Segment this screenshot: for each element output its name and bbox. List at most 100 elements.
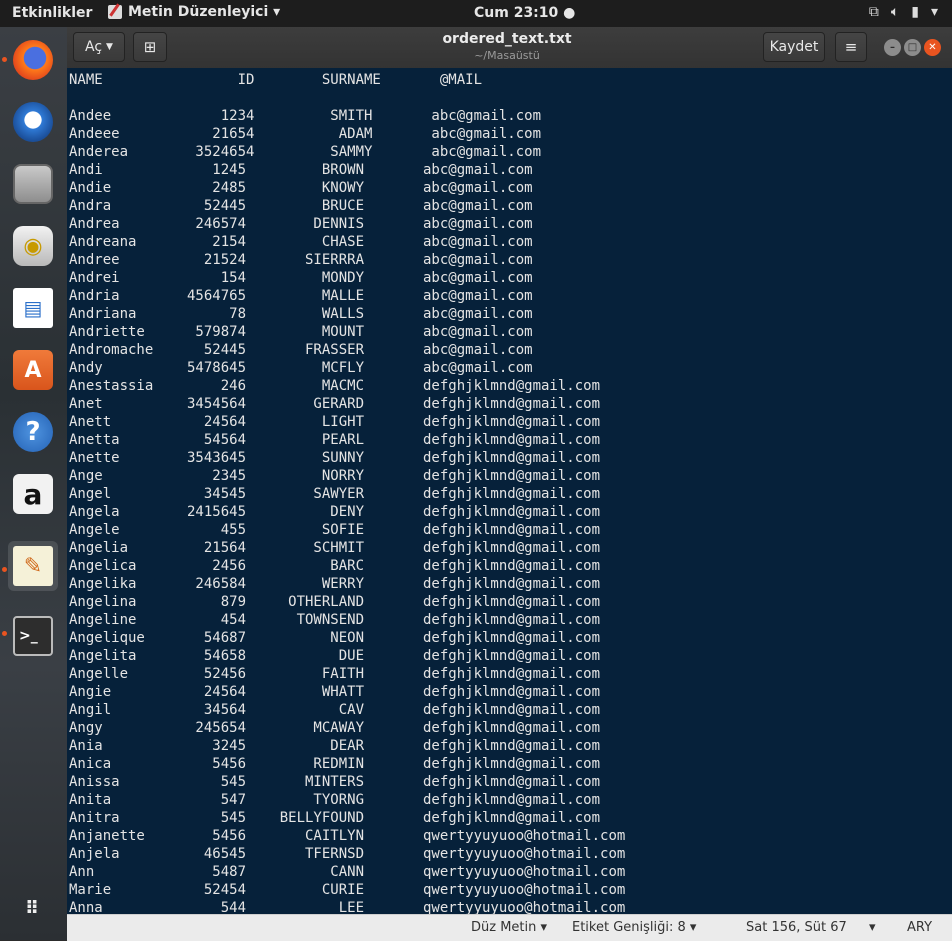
text-line: Angeline 454 TOWNSEND defghjklmnd@gmail.… (69, 612, 601, 628)
text-line: Ann 5487 CANN qwertyyuyuoo@hotmail.com (69, 864, 626, 880)
text-line: Andriette 579874 MOUNT abc@gmail.com (69, 324, 533, 340)
battery-icon: ▮ (911, 4, 919, 20)
maximize-icon: □ (907, 42, 918, 53)
text-line: Angelita 54658 DUE defghjklmnd@gmail.com (69, 648, 601, 664)
text-line: Anitra 545 BELLYFOUND defghjklmnd@gmail.… (69, 810, 601, 826)
minimize-button[interactable]: – (884, 39, 901, 56)
thunderbird-launcher[interactable] (8, 97, 58, 147)
text-line: Angela 2415645 DENY defghjklmnd@gmail.co… (69, 504, 601, 520)
firefox-launcher[interactable] (8, 35, 58, 85)
cursor-position[interactable]: Sat 156, Süt 67 (746, 920, 847, 935)
text-line: Anissa 545 MINTERS defghjklmnd@gmail.com (69, 774, 601, 790)
text-line: Andree 21524 SIERRRA abc@gmail.com (69, 252, 533, 268)
rhythmbox-launcher[interactable]: ◉ (8, 221, 58, 271)
app-grid-icon: ⠿ (24, 897, 42, 919)
volume-icon: 🔈︎ (890, 4, 900, 20)
text-line (69, 89, 952, 107)
text-line: Andromache 52445 FRASSER abc@gmail.com (69, 342, 533, 358)
text-line: Anett 24564 LIGHT defghjklmnd@gmail.com (69, 414, 601, 430)
text-line: Anderea 3524654 SAMMY abc@gmail.com (69, 144, 542, 160)
syntax-selector[interactable]: Düz Metin ▾ (471, 920, 547, 935)
text-line: Anette 3543645 SUNNY defghjklmnd@gmail.c… (69, 450, 601, 466)
save-button[interactable]: Kaydet (763, 32, 825, 62)
text-line: Anjela 46545 TFERNSD qwertyyuyuoo@hotmai… (69, 846, 626, 862)
window-subtitle: ~/Masaüstü (474, 49, 540, 62)
text-line: Andriana 78 WALLS abc@gmail.com (69, 306, 533, 322)
top-panel: Etkinlikler Metin Düzenleyici ▾ Cum 23:1… (0, 0, 952, 27)
text-line: Andrea 246574 DENNIS abc@gmail.com (69, 216, 533, 232)
power-menu-icon: ▾ (930, 4, 938, 20)
network-icon: ⧉ (868, 4, 879, 20)
document-text: NAME ID SURNAME @MAIL Andee 1234 SMITH a… (67, 68, 952, 914)
text-line: Angelika 246584 WERRY defghjklmnd@gmail.… (69, 576, 601, 592)
text-line: Anestassia 246 MACMC defghjklmnd@gmail.c… (69, 378, 601, 394)
open-button-label: Aç (85, 39, 103, 55)
files-launcher[interactable] (8, 159, 58, 209)
text-line: Andeee 21654 ADAM abc@gmail.com (69, 126, 542, 142)
files-icon (13, 164, 53, 204)
terminal-launcher[interactable]: >_ (8, 611, 58, 661)
save-button-label: Kaydet (769, 39, 819, 55)
status-bar: Düz Metin ▾ Etiket Genişliği: 8 ▾ Sat 15… (67, 914, 952, 941)
rhythmbox-icon: ◉ (13, 226, 53, 266)
text-line: Marie 52454 CURIE qwertyyuyuoo@hotmail.c… (69, 882, 626, 898)
terminal-icon: >_ (13, 616, 53, 656)
maximize-button[interactable]: □ (904, 39, 921, 56)
text-line: Ange 2345 NORRY defghjklmnd@gmail.com (69, 468, 601, 484)
text-line: Angelica 2456 BARC defghjklmnd@gmail.com (69, 558, 601, 574)
window-title: ordered_text.txt (442, 31, 572, 47)
system-tray[interactable]: ⧉ 🔈︎ ▮ ▾ (869, 4, 938, 20)
text-line: Angy 245654 MCAWAY defghjklmnd@gmail.com (69, 720, 601, 736)
close-button[interactable]: ✕ (924, 39, 941, 56)
app-menu[interactable]: Metin Düzenleyici ▾ (108, 4, 280, 20)
dock: ◉ ▤ A ? a ✎ >_ ⠿ (0, 27, 67, 940)
open-button[interactable]: Aç ▼ (73, 32, 125, 62)
text-line: Angel 34545 SAWYER defghjklmnd@gmail.com (69, 486, 601, 502)
software-center-launcher[interactable]: A (8, 345, 58, 395)
text-line: Anna 544 LEE qwertyyuyuoo@hotmail.com (69, 900, 626, 914)
thunderbird-icon (13, 102, 53, 142)
app-menu-label: Metin Düzenleyici ▾ (128, 4, 281, 20)
text-editor-area[interactable]: NAME ID SURNAME @MAIL Andee 1234 SMITH a… (67, 68, 952, 914)
show-applications-button[interactable]: ⠿ (8, 883, 58, 933)
help-icon: ? (13, 412, 53, 452)
header-line: NAME ID SURNAME @MAIL (69, 72, 483, 88)
tab-width-selector[interactable]: Etiket Genişliği: 8 ▾ (572, 920, 696, 935)
amazon-launcher[interactable]: a (8, 469, 58, 519)
text-line: Anita 547 TYORNG defghjklmnd@gmail.com (69, 792, 601, 808)
text-line: Ania 3245 DEAR defghjklmnd@gmail.com (69, 738, 601, 754)
text-line: Angil 34564 CAV defghjklmnd@gmail.com (69, 702, 601, 718)
text-editor-window: Aç ▼ ⊞ ordered_text.txt ~/Masaüstü Kayde… (67, 27, 952, 941)
clock[interactable]: Cum 23:10 ● (474, 5, 575, 21)
text-line: Angelle 52456 FAITH defghjklmnd@gmail.co… (69, 666, 601, 682)
new-tab-button[interactable]: ⊞ (133, 32, 167, 62)
text-line: Andy 5478645 MCFLY abc@gmail.com (69, 360, 533, 376)
insert-mode-indicator[interactable]: ARY (907, 920, 932, 935)
help-launcher[interactable]: ? (8, 407, 58, 457)
text-line: Andee 1234 SMITH abc@gmail.com (69, 108, 542, 124)
text-line: Angelina 879 OTHERLAND defghjklmnd@gmail… (69, 594, 601, 610)
text-line: Andreana 2154 CHASE abc@gmail.com (69, 234, 533, 250)
text-line: Angelia 21564 SCHMIT defghjklmnd@gmail.c… (69, 540, 601, 556)
writer-launcher[interactable]: ▤ (8, 283, 58, 333)
new-document-icon: ⊞ (143, 38, 157, 56)
text-editor-launcher[interactable]: ✎ (8, 541, 58, 591)
minimize-icon: – (890, 42, 895, 53)
text-line: Angele 455 SOFIE defghjklmnd@gmail.com (69, 522, 601, 538)
chevron-down-icon: ▼ (106, 42, 113, 52)
text-line: Anjanette 5456 CAITLYN qwertyyuyuoo@hotm… (69, 828, 626, 844)
text-line: Anica 5456 REDMIN defghjklmnd@gmail.com (69, 756, 601, 772)
amazon-icon: a (13, 474, 53, 514)
text-line: Angelique 54687 NEON defghjklmnd@gmail.c… (69, 630, 601, 646)
header-bar: Aç ▼ ⊞ ordered_text.txt ~/Masaüstü Kayde… (67, 27, 952, 69)
mode-dropdown-arrow[interactable]: ▾ (869, 920, 876, 935)
text-line: Andrei 154 MONDY abc@gmail.com (69, 270, 533, 286)
text-line: Anetta 54564 PEARL defghjklmnd@gmail.com (69, 432, 601, 448)
text-editor-icon: ✎ (13, 546, 53, 586)
hamburger-menu-button[interactable]: ≡ (835, 32, 867, 62)
text-editor-app-icon (108, 5, 122, 19)
hamburger-menu-icon: ≡ (844, 38, 858, 56)
writer-icon: ▤ (13, 288, 53, 328)
text-line: Andria 4564765 MALLE abc@gmail.com (69, 288, 533, 304)
activities-button[interactable]: Etkinlikler (12, 5, 92, 21)
